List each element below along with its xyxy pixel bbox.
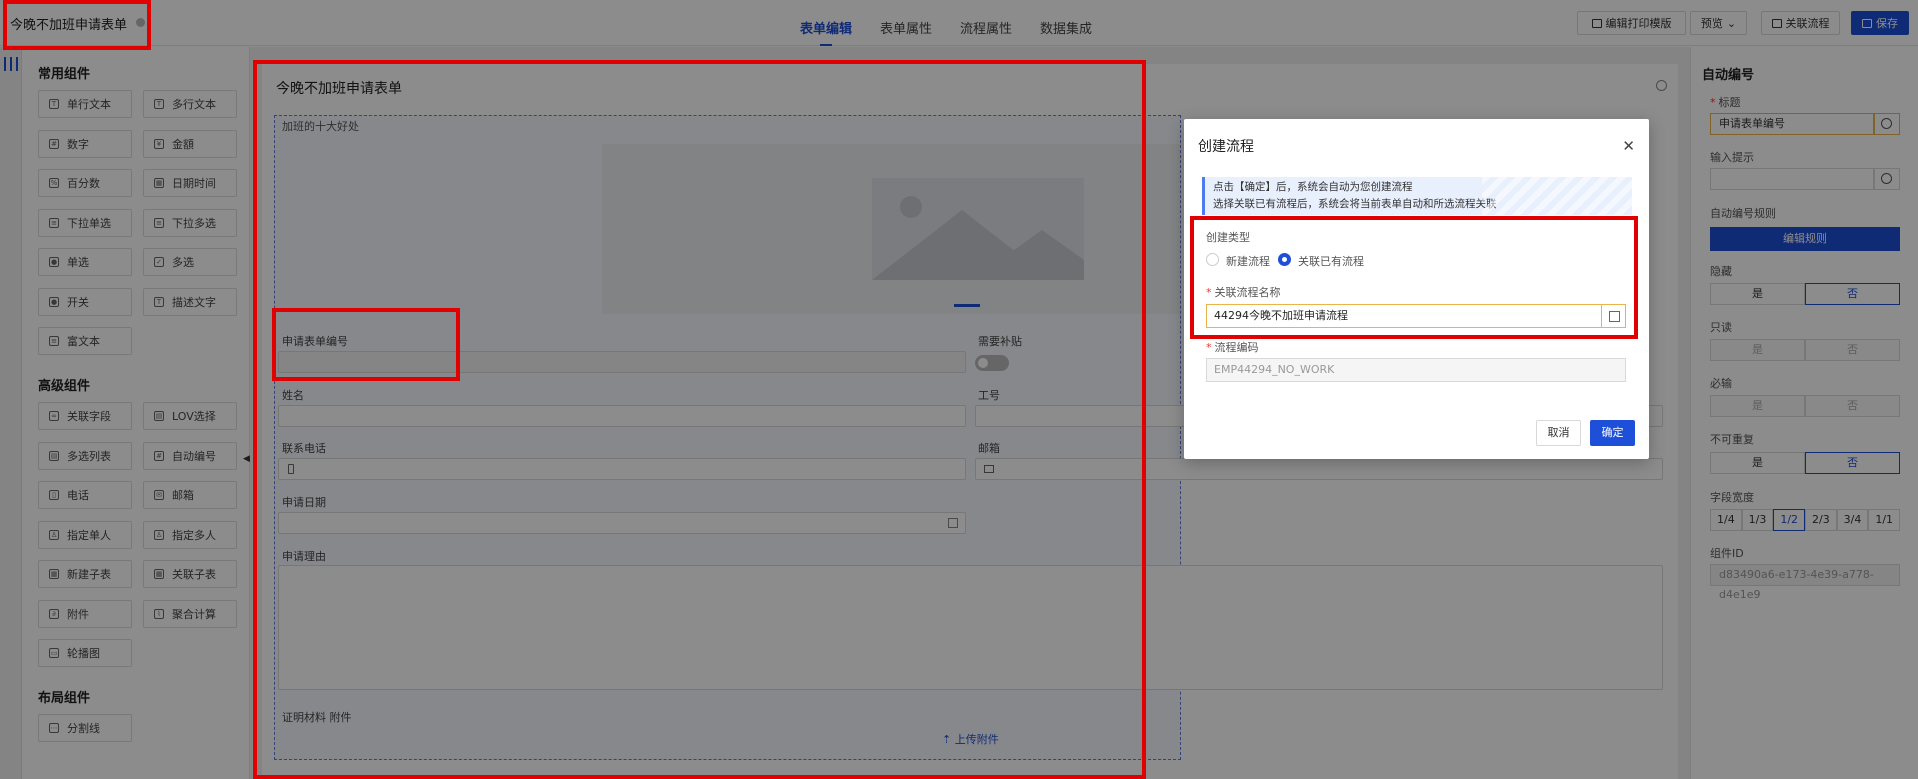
flow-name-label: * 关联流程名称 — [1206, 286, 1281, 299]
confirm-button[interactable]: 确定 — [1590, 420, 1635, 446]
create-flow-dialog: 创建流程 ✕ 点击【确定】后，系统会自动为您创建流程 选择关联已有流程后，系统会… — [1184, 119, 1649, 459]
cancel-button[interactable]: 取消 — [1536, 420, 1581, 446]
info-banner: 点击【确定】后，系统会自动为您创建流程 选择关联已有流程后，系统会将当前表单自动… — [1202, 177, 1632, 215]
flow-name-input[interactable]: 44294今晚不加班申请流程 — [1206, 304, 1602, 328]
close-icon[interactable]: ✕ — [1622, 137, 1635, 155]
flow-code-input: EMP44294_NO_WORK — [1206, 358, 1626, 382]
flow-code-label: * 流程编码 — [1206, 341, 1259, 354]
info-line-1: 点击【确定】后，系统会自动为您创建流程 — [1213, 181, 1413, 193]
radio-link-flow[interactable] — [1278, 253, 1291, 266]
flow-lookup-icon[interactable] — [1601, 304, 1626, 328]
radio-new-flow-label[interactable]: 新建流程 — [1226, 253, 1270, 269]
radio-new-flow[interactable] — [1206, 253, 1219, 266]
info-line-2: 选择关联已有流程后，系统会将当前表单自动和所选流程关联 — [1213, 198, 1497, 210]
dialog-title: 创建流程 — [1198, 139, 1254, 155]
radio-link-flow-label[interactable]: 关联已有流程 — [1298, 253, 1364, 269]
create-type-label: 创建类型 — [1206, 231, 1250, 244]
